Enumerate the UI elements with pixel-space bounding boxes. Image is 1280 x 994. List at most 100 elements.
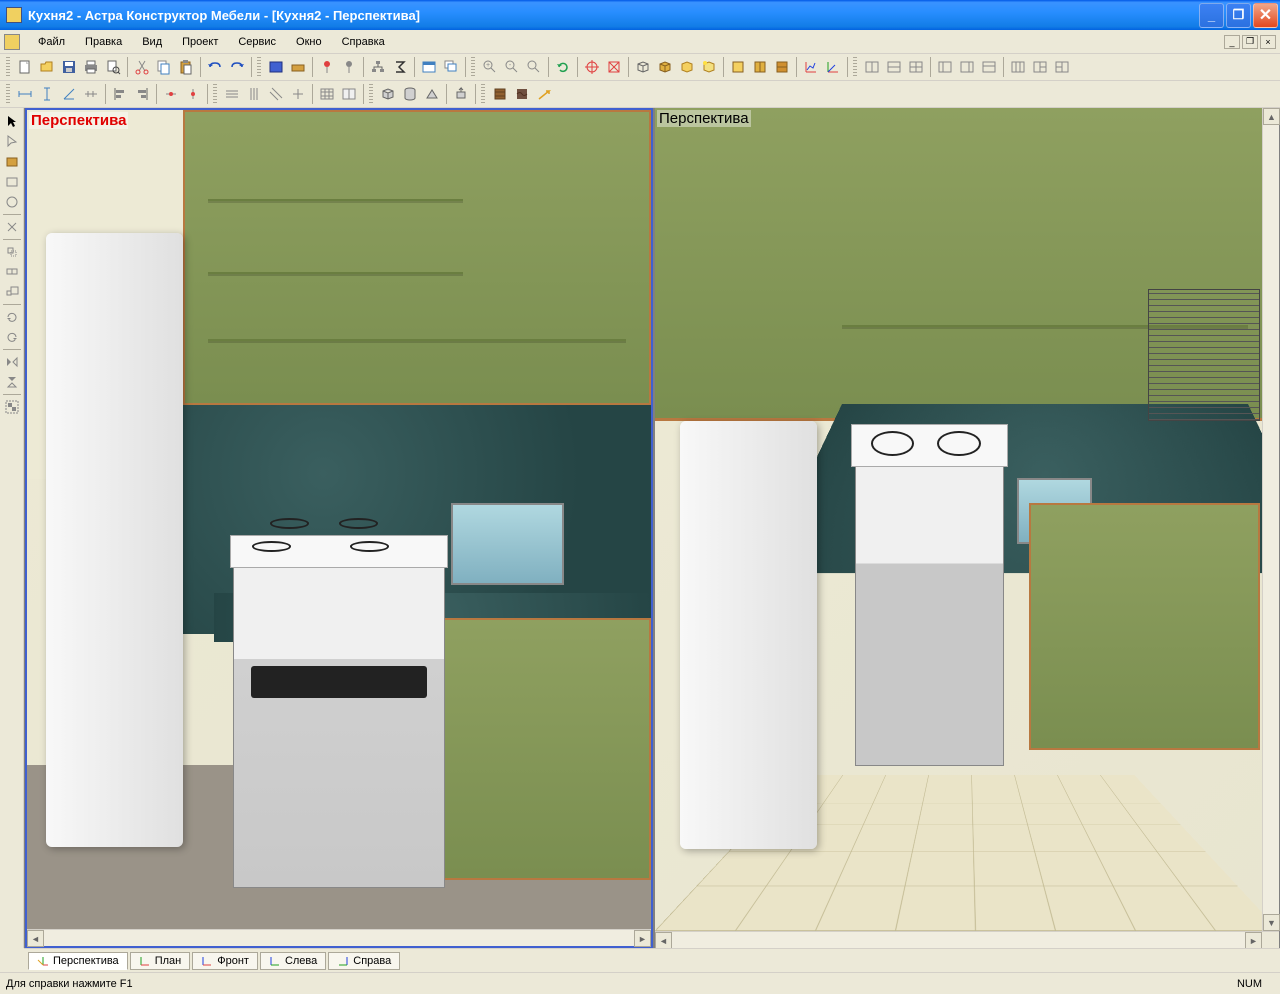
table-icon[interactable]	[316, 83, 338, 105]
menu-edit[interactable]: Правка	[75, 33, 132, 51]
window-icon[interactable]	[418, 56, 440, 78]
delete-icon[interactable]	[1, 217, 23, 237]
menu-file[interactable]: Файл	[28, 33, 75, 51]
group-icon[interactable]	[1, 397, 23, 417]
scroll-left-icon[interactable]: ◄	[27, 930, 44, 947]
crosshair-icon[interactable]	[603, 56, 625, 78]
view-tab-plan[interactable]: План	[130, 952, 191, 970]
mdi-minimize-button[interactable]: _	[1224, 35, 1240, 49]
toolbar-grip[interactable]	[481, 84, 485, 104]
menu-project[interactable]: Проект	[172, 33, 228, 51]
menu-view[interactable]: Вид	[132, 33, 172, 51]
viewport-right-hscroll[interactable]: ◄ ►	[655, 931, 1279, 948]
mirror-h-icon[interactable]	[1, 352, 23, 372]
view-tab-perspective[interactable]: Перспектива	[28, 952, 128, 970]
view-tab-left[interactable]: Слева	[260, 952, 326, 970]
add-panel-icon[interactable]	[1, 152, 23, 172]
panel-icon[interactable]	[265, 56, 287, 78]
grid-h-icon[interactable]	[221, 83, 243, 105]
grid-plus-icon[interactable]	[287, 83, 309, 105]
rect-icon[interactable]	[1, 172, 23, 192]
extrude-icon[interactable]	[450, 83, 472, 105]
zoom-out-icon[interactable]: -	[501, 56, 523, 78]
layout4-icon[interactable]	[1007, 56, 1029, 78]
scroll-right-icon[interactable]: ►	[1245, 932, 1262, 949]
cylinder-icon[interactable]	[399, 83, 421, 105]
hierarchy-icon[interactable]	[367, 56, 389, 78]
target-icon[interactable]	[581, 56, 603, 78]
material-icon[interactable]	[489, 83, 511, 105]
copy-move-icon[interactable]	[1, 262, 23, 282]
block-icon[interactable]	[287, 56, 309, 78]
panel2-icon[interactable]	[749, 56, 771, 78]
print-icon[interactable]	[80, 56, 102, 78]
close-button[interactable]: ✕	[1253, 3, 1278, 28]
cube-outline-icon[interactable]	[632, 56, 654, 78]
scroll-up-icon[interactable]: ▲	[1263, 108, 1280, 125]
save-icon[interactable]	[58, 56, 80, 78]
open-icon[interactable]	[36, 56, 58, 78]
dim-h-icon[interactable]	[14, 83, 36, 105]
view-tab-right[interactable]: Справа	[328, 952, 400, 970]
toolbar-grip[interactable]	[6, 84, 10, 104]
dim-v-icon[interactable]	[36, 83, 58, 105]
scroll-left-icon[interactable]: ◄	[655, 932, 672, 949]
viewport-left-canvas[interactable]: Перспектива	[27, 110, 651, 929]
align-r-icon[interactable]	[131, 83, 153, 105]
grid-v-icon[interactable]	[243, 83, 265, 105]
select-icon[interactable]	[1, 132, 23, 152]
rotate-cw-icon[interactable]	[1, 307, 23, 327]
cube-solid-icon[interactable]	[654, 56, 676, 78]
menu-help[interactable]: Справка	[332, 33, 395, 51]
viewport-right-vscroll[interactable]: ▲ ▼	[1262, 108, 1279, 931]
mdi-close-button[interactable]: ×	[1260, 35, 1276, 49]
view-tab-front[interactable]: Фронт	[192, 952, 258, 970]
viewport-right-canvas[interactable]: Перспектива	[655, 108, 1279, 931]
layout2-icon[interactable]	[956, 56, 978, 78]
snap2-icon[interactable]	[182, 83, 204, 105]
menu-service[interactable]: Сервис	[228, 33, 286, 51]
dim-chain-icon[interactable]	[80, 83, 102, 105]
scale-icon[interactable]	[1, 282, 23, 302]
cascade-icon[interactable]	[440, 56, 462, 78]
dim-angle-icon[interactable]	[58, 83, 80, 105]
maximize-button[interactable]: ❐	[1226, 3, 1251, 28]
prism-icon[interactable]	[421, 83, 443, 105]
toolbar-grip[interactable]	[853, 57, 857, 77]
refresh-icon[interactable]	[552, 56, 574, 78]
toolbar-grip[interactable]	[369, 84, 373, 104]
layout3-icon[interactable]	[978, 56, 1000, 78]
align-l-icon[interactable]	[109, 83, 131, 105]
mirror-v-icon[interactable]	[1, 372, 23, 392]
rotate-ccw-icon[interactable]	[1, 327, 23, 347]
menu-window[interactable]: Окно	[286, 33, 332, 51]
pin-gray-icon[interactable]	[338, 56, 360, 78]
split-h-icon[interactable]	[861, 56, 883, 78]
split-4-icon[interactable]	[905, 56, 927, 78]
cut-icon[interactable]	[131, 56, 153, 78]
texture-icon[interactable]	[511, 83, 533, 105]
panel3-icon[interactable]	[771, 56, 793, 78]
cube-yellow-icon[interactable]	[676, 56, 698, 78]
minimize-button[interactable]: _	[1199, 3, 1224, 28]
viewport-left[interactable]: Перспектива	[25, 108, 653, 948]
axis-icon[interactable]	[822, 56, 844, 78]
split-v-icon[interactable]	[883, 56, 905, 78]
cube-lit-icon[interactable]	[698, 56, 720, 78]
print-preview-icon[interactable]	[102, 56, 124, 78]
snap1-icon[interactable]	[160, 83, 182, 105]
scroll-right-icon[interactable]: ►	[634, 930, 651, 947]
zoom-fit-icon[interactable]	[523, 56, 545, 78]
layout6-icon[interactable]	[1051, 56, 1073, 78]
panel1-icon[interactable]	[727, 56, 749, 78]
undo-icon[interactable]	[204, 56, 226, 78]
toolbar-grip[interactable]	[213, 84, 217, 104]
circle-icon[interactable]	[1, 192, 23, 212]
copy-icon[interactable]	[153, 56, 175, 78]
table2-icon[interactable]	[338, 83, 360, 105]
chart-icon[interactable]	[800, 56, 822, 78]
arrow-tool-icon[interactable]	[533, 83, 555, 105]
mdi-restore-button[interactable]: ❐	[1242, 35, 1258, 49]
toolbar-grip[interactable]	[6, 57, 10, 77]
toolbar-grip[interactable]	[471, 57, 475, 77]
